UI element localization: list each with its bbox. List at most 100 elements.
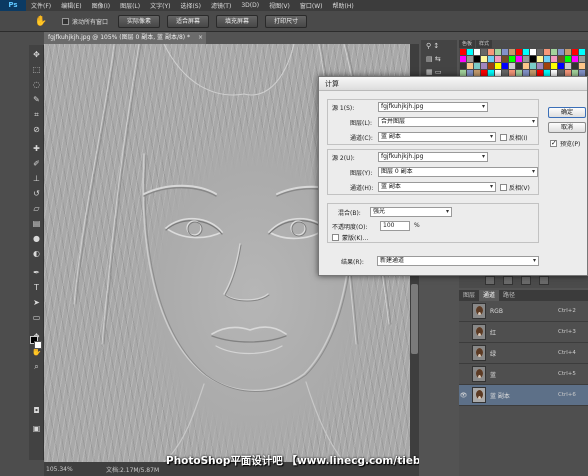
color-swatch[interactable]: [579, 49, 585, 55]
color-swatch[interactable]: [488, 63, 494, 69]
tool-presets-icon[interactable]: ⚲ ↕: [421, 40, 457, 53]
healing-brush-tool-icon[interactable]: ✚: [31, 143, 42, 154]
zoom-tool-icon[interactable]: ⌕: [31, 361, 42, 372]
color-swatch[interactable]: [565, 63, 571, 69]
result-select[interactable]: 新建通道: [377, 256, 539, 266]
tab-paths[interactable]: 路径: [499, 290, 519, 301]
color-swatch[interactable]: [460, 49, 466, 55]
color-swatch[interactable]: [516, 56, 522, 62]
color-swatch[interactable]: [509, 49, 515, 55]
close-document-icon[interactable]: ×: [198, 32, 203, 44]
shape-tool-icon[interactable]: ▭: [31, 312, 42, 323]
background-color-swatch[interactable]: [34, 341, 42, 349]
color-swatch[interactable]: [530, 63, 536, 69]
color-swatch[interactable]: [558, 56, 564, 62]
tab-swatches[interactable]: 色板: [459, 40, 476, 48]
tab-channels[interactable]: 通道: [479, 290, 500, 301]
source2-channel-select[interactable]: 蓝 副本: [378, 182, 496, 192]
gradient-tool-icon[interactable]: ▤: [31, 218, 42, 229]
color-swatch[interactable]: [495, 63, 501, 69]
source1-file-select[interactable]: fgjfkuhjkjh.jpg: [378, 102, 488, 112]
screen-mode-icon[interactable]: ▣: [31, 423, 42, 434]
eraser-tool-icon[interactable]: ▱: [31, 203, 42, 214]
layer-comps-icon[interactable]: ▤ ⇆: [421, 53, 457, 66]
color-swatch[interactable]: [565, 49, 571, 55]
color-swatch[interactable]: [481, 56, 487, 62]
menu-view[interactable]: 视图(V): [264, 1, 295, 10]
marquee-tool-icon[interactable]: ⬚: [31, 64, 42, 75]
brush-tool-icon[interactable]: ✐: [31, 158, 42, 169]
history-brush-tool-icon[interactable]: ↺: [31, 188, 42, 199]
menu-help[interactable]: 帮助(H): [328, 1, 359, 10]
color-swatch[interactable]: [523, 56, 529, 62]
color-swatch[interactable]: [530, 49, 536, 55]
tab-styles[interactable]: 样式: [476, 40, 493, 48]
type-tool-icon[interactable]: T: [31, 282, 42, 293]
color-swatch[interactable]: [481, 63, 487, 69]
color-swatch[interactable]: [467, 56, 473, 62]
scrollbar-thumb[interactable]: [411, 284, 418, 354]
preview-checkbox[interactable]: [550, 139, 557, 147]
save-selection-channel-icon[interactable]: [503, 275, 513, 285]
color-swatch[interactable]: [537, 56, 543, 62]
eyedropper-tool-icon[interactable]: ⊘: [31, 124, 42, 135]
color-swatch[interactable]: [495, 56, 501, 62]
tab-layers[interactable]: 图层: [459, 290, 479, 301]
color-swatch[interactable]: [509, 56, 515, 62]
color-swatch[interactable]: [516, 49, 522, 55]
color-swatch[interactable]: [579, 63, 585, 69]
menu-filter[interactable]: 滤镜(T): [206, 1, 236, 10]
color-swatch[interactable]: [467, 49, 473, 55]
color-swatch[interactable]: [551, 56, 557, 62]
eye-icon[interactable]: 👁: [459, 392, 468, 399]
clone-stamp-tool-icon[interactable]: ⊥: [31, 173, 42, 184]
cancel-button[interactable]: 取消: [548, 122, 586, 133]
new-channel-icon[interactable]: [521, 275, 531, 285]
scroll-all-windows-checkbox[interactable]: 滚动所有窗口: [62, 17, 108, 26]
color-swatch[interactable]: [530, 56, 536, 62]
color-swatch[interactable]: [467, 63, 473, 69]
color-swatch[interactable]: [523, 49, 529, 55]
color-swatch[interactable]: [481, 49, 487, 55]
color-swatch[interactable]: [558, 63, 564, 69]
color-swatch[interactable]: [502, 56, 508, 62]
color-swatch[interactable]: [516, 63, 522, 69]
menu-window[interactable]: 窗口(W): [295, 1, 328, 10]
pen-tool-icon[interactable]: ✒: [31, 267, 42, 278]
color-swatch[interactable]: [460, 56, 466, 62]
zoom-level[interactable]: 105.34%: [46, 466, 86, 473]
source1-layer-select[interactable]: 合并图层: [378, 117, 538, 127]
color-swatch[interactable]: [502, 63, 508, 69]
color-swatch[interactable]: [537, 63, 543, 69]
source2-file-select[interactable]: fgjfkuhjkjh.jpg: [378, 152, 488, 162]
color-swatch[interactable]: [572, 49, 578, 55]
color-swatch[interactable]: [495, 49, 501, 55]
quick-mask-icon[interactable]: ◘: [31, 405, 42, 416]
fit-screen-button[interactable]: 适合屏幕: [167, 14, 210, 28]
color-swatch[interactable]: [572, 56, 578, 62]
color-swatch[interactable]: [544, 49, 550, 55]
color-swatch[interactable]: [558, 49, 564, 55]
quick-select-tool-icon[interactable]: ✎: [31, 94, 42, 105]
load-channel-selection-icon[interactable]: [485, 275, 495, 285]
channel-row-red[interactable]: 红 Ctrl+3: [459, 322, 588, 343]
color-swatch[interactable]: [544, 56, 550, 62]
menu-type[interactable]: 文字(Y): [145, 1, 175, 10]
source2-invert-checkbox[interactable]: [500, 184, 507, 191]
color-swatch[interactable]: [537, 49, 543, 55]
blur-tool-icon[interactable]: ●: [31, 233, 42, 244]
color-swatch[interactable]: [579, 56, 585, 62]
menu-layer[interactable]: 图层(L): [115, 1, 145, 10]
channel-row-blue-copy[interactable]: 👁 蓝 副本 Ctrl+6: [459, 385, 588, 406]
color-swatch[interactable]: [523, 63, 529, 69]
color-swatch[interactable]: [474, 56, 480, 62]
color-swatch[interactable]: [572, 63, 578, 69]
color-swatch[interactable]: [488, 49, 494, 55]
crop-tool-icon[interactable]: ⌗: [31, 109, 42, 120]
blend-mode-select[interactable]: 强光: [370, 207, 452, 217]
source1-channel-select[interactable]: 蓝 副本: [378, 132, 496, 142]
mask-checkbox[interactable]: [332, 234, 339, 241]
dialog-title[interactable]: 计算: [319, 77, 587, 91]
opacity-input[interactable]: 100: [380, 221, 410, 231]
color-swatch[interactable]: [460, 63, 466, 69]
